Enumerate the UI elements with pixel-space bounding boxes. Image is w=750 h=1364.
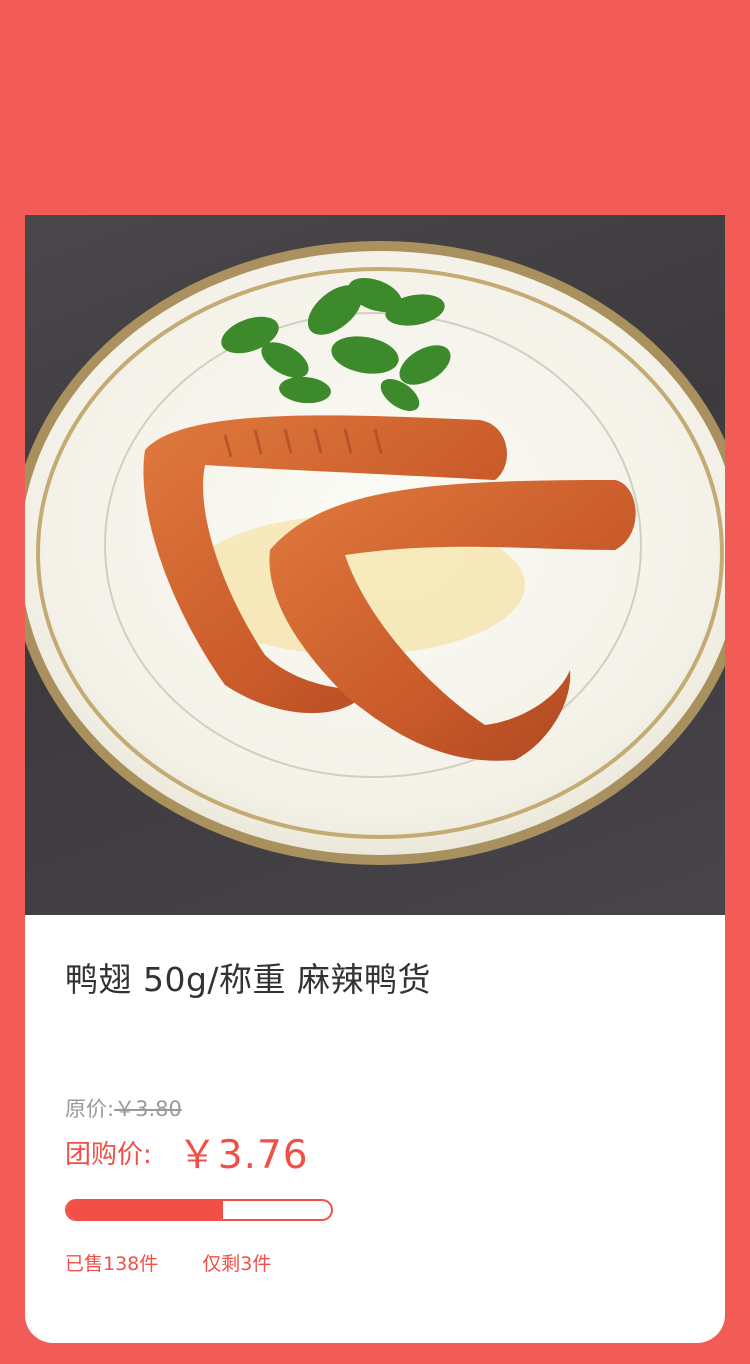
product-card[interactable]: 鸭翅 50g/称重 麻辣鸭货 原价:￥3.80 团购价: ￥3.76 已售138… xyxy=(25,215,725,1343)
product-image[interactable] xyxy=(25,215,725,915)
group-price: 团购价: ￥3.76 xyxy=(65,1127,309,1178)
original-price: 原价:￥3.80 xyxy=(65,1093,182,1123)
sold-count: 已售138件 xyxy=(65,1253,159,1275)
sales-progress-fill xyxy=(67,1201,223,1219)
group-price-value: ￥3.76 xyxy=(177,1133,309,1178)
sales-progress-bar xyxy=(65,1199,333,1221)
original-price-value: ￥3.80 xyxy=(114,1097,182,1121)
duck-wings-on-plate-photo xyxy=(25,241,725,865)
original-price-label: 原价: xyxy=(65,1097,115,1121)
group-price-label: 团购价: xyxy=(65,1139,152,1170)
product-title: 鸭翅 50g/称重 麻辣鸭货 xyxy=(65,960,432,999)
sales-stats: 已售138件 仅剩3件 xyxy=(65,1249,271,1276)
remaining-count: 仅剩3件 xyxy=(202,1253,272,1275)
